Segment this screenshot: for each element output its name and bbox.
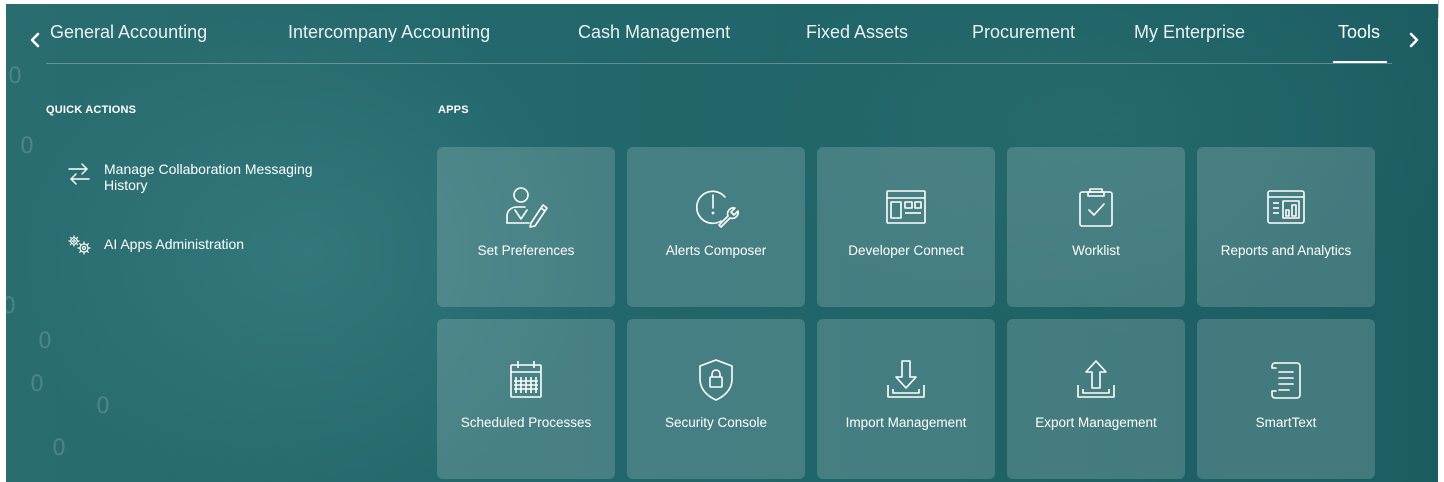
app-tile-label: Alerts Composer — [665, 243, 767, 258]
developer-window-icon — [886, 190, 926, 224]
active-tab-indicator — [1333, 61, 1387, 63]
quick-action-manage-collaboration-messaging-history[interactable]: Manage Collaboration Messaging History — [64, 161, 374, 193]
app-tile-smarttext[interactable]: SmartText — [1197, 319, 1375, 479]
tab-procurement[interactable]: Procurement — [972, 22, 1075, 43]
app-tile-worklist[interactable]: Worklist — [1007, 147, 1185, 307]
app-tile-label: Worklist — [1072, 243, 1120, 258]
app-tile-label: Scheduled Processes — [460, 415, 592, 430]
quick-actions-title: QUICK ACTIONS — [46, 104, 137, 116]
background-decoration: 0 — [20, 134, 34, 159]
report-chart-icon — [1267, 190, 1305, 224]
alert-wrench-icon — [695, 190, 739, 228]
app-tile-export-management[interactable]: Export Management — [1007, 319, 1185, 479]
import-icon — [887, 360, 925, 398]
tab-tools[interactable]: Tools — [1338, 22, 1380, 43]
app-tile-label: Set Preferences — [477, 243, 575, 258]
app-tile-label: Export Management — [1035, 415, 1157, 430]
tab-intercompany-accounting[interactable]: Intercompany Accounting — [288, 22, 490, 43]
nav-previous-button[interactable] — [19, 18, 51, 62]
calendar-icon — [510, 361, 542, 398]
quick-action-label: Manage Collaboration Messaging History — [104, 161, 313, 193]
quick-action-label: AI Apps Administration — [104, 236, 245, 252]
tab-cash-management[interactable]: Cash Management — [578, 22, 730, 43]
background-decoration: 0 — [8, 64, 22, 89]
nav-next-button[interactable] — [1398, 18, 1430, 62]
app-tile-label: Security Console — [664, 415, 768, 430]
app-tile-set-preferences[interactable]: Set Preferences — [437, 147, 615, 307]
app-tile-label: Reports and Analytics — [1220, 243, 1352, 258]
app-tile-label: Import Management — [845, 415, 967, 430]
tab-fixed-assets[interactable]: Fixed Assets — [806, 22, 908, 43]
background-decoration: 0 — [30, 372, 44, 397]
app-tile-alerts-composer[interactable]: Alerts Composer — [627, 147, 805, 307]
background-decoration: 0 — [52, 436, 66, 461]
app-tile-label: Developer Connect — [848, 243, 964, 258]
app-tile-scheduled-processes[interactable]: Scheduled Processes — [437, 319, 615, 479]
background-decoration: 0 — [96, 394, 110, 419]
swap-arrows-icon — [64, 161, 94, 187]
quick-action-ai-apps-administration[interactable]: AI Apps Administration — [64, 232, 324, 258]
chevron-right-icon — [1409, 32, 1419, 48]
app-tile-security-console[interactable]: Security Console — [627, 319, 805, 479]
shield-lock-icon — [699, 359, 733, 401]
springboard-panel: 0 0 0 0 0 0 0 General Accounting Interco… — [6, 4, 1438, 482]
apps-title: APPS — [438, 104, 469, 116]
app-tile-import-management[interactable]: Import Management — [817, 319, 995, 479]
tab-my-enterprise[interactable]: My Enterprise — [1134, 22, 1245, 43]
export-icon — [1077, 360, 1115, 398]
app-tile-label: SmartText — [1255, 415, 1317, 430]
user-edit-icon — [506, 187, 548, 228]
tab-general-accounting[interactable]: General Accounting — [50, 22, 207, 43]
app-tile-reports-and-analytics[interactable]: Reports and Analytics — [1197, 147, 1375, 307]
nav-divider — [46, 63, 1392, 64]
gears-icon — [64, 232, 94, 258]
chevron-left-icon — [30, 32, 40, 48]
scroll-text-icon — [1271, 362, 1301, 399]
clipboard-check-icon — [1079, 188, 1113, 227]
app-tile-developer-connect[interactable]: Developer Connect — [817, 147, 995, 307]
scrollbar-edge — [1438, 0, 1439, 18]
background-decoration: 0 — [6, 294, 16, 319]
background-decoration: 0 — [38, 329, 52, 354]
